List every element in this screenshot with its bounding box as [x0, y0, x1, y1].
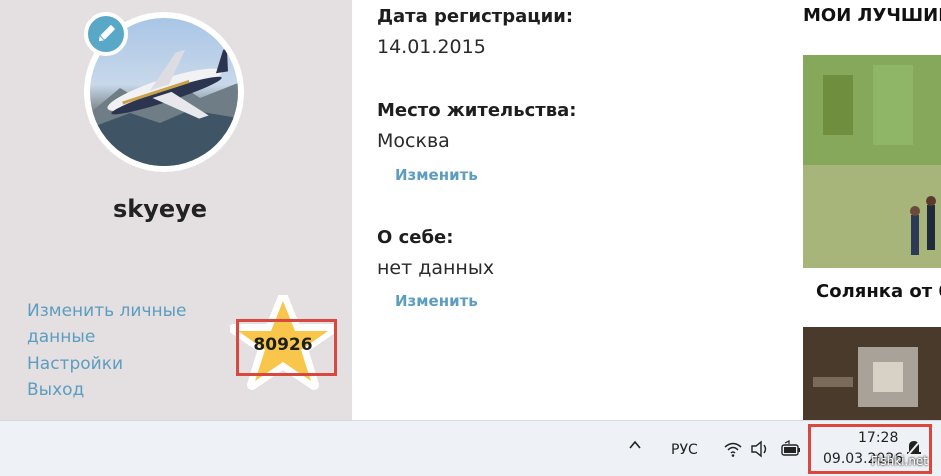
pencil-icon	[98, 25, 115, 42]
logout-link[interactable]: Выход	[27, 377, 84, 403]
language-indicator[interactable]: РУС	[671, 442, 698, 458]
about-value: нет данных	[377, 257, 495, 279]
post-photo-2	[803, 327, 941, 420]
wifi-icon[interactable]	[723, 440, 743, 462]
residence-change-link[interactable]: Изменить	[395, 166, 478, 184]
best-post-caption[interactable]: Солянка от 0	[816, 281, 941, 302]
show-hidden-icons-button[interactable]	[627, 437, 643, 457]
edit-personal-data-link[interactable]: Изменить личные данные	[27, 298, 217, 350]
username: skyeye	[112, 195, 208, 223]
chevron-up-icon	[629, 440, 641, 449]
about-label: О себе:	[377, 227, 454, 248]
clock-highlight	[808, 424, 932, 474]
residence-label: Место жительства:	[377, 100, 577, 121]
battery-icon[interactable]	[780, 440, 802, 462]
residence-value: Москва	[377, 130, 450, 152]
best-post-thumbnail-2[interactable]	[803, 327, 941, 420]
registration-label: Дата регистрации:	[377, 6, 574, 27]
settings-link[interactable]: Настройки	[27, 351, 123, 377]
score-highlight	[236, 319, 337, 376]
edit-avatar-button[interactable]	[84, 12, 128, 56]
volume-icon[interactable]	[750, 440, 770, 462]
registration-date: 14.01.2015	[377, 36, 486, 58]
best-post-thumbnail[interactable]	[803, 55, 941, 268]
post-photo	[803, 55, 941, 268]
about-change-link[interactable]: Изменить	[395, 292, 478, 310]
best-posts-title: МОИ ЛУЧШИЕ	[803, 5, 941, 26]
